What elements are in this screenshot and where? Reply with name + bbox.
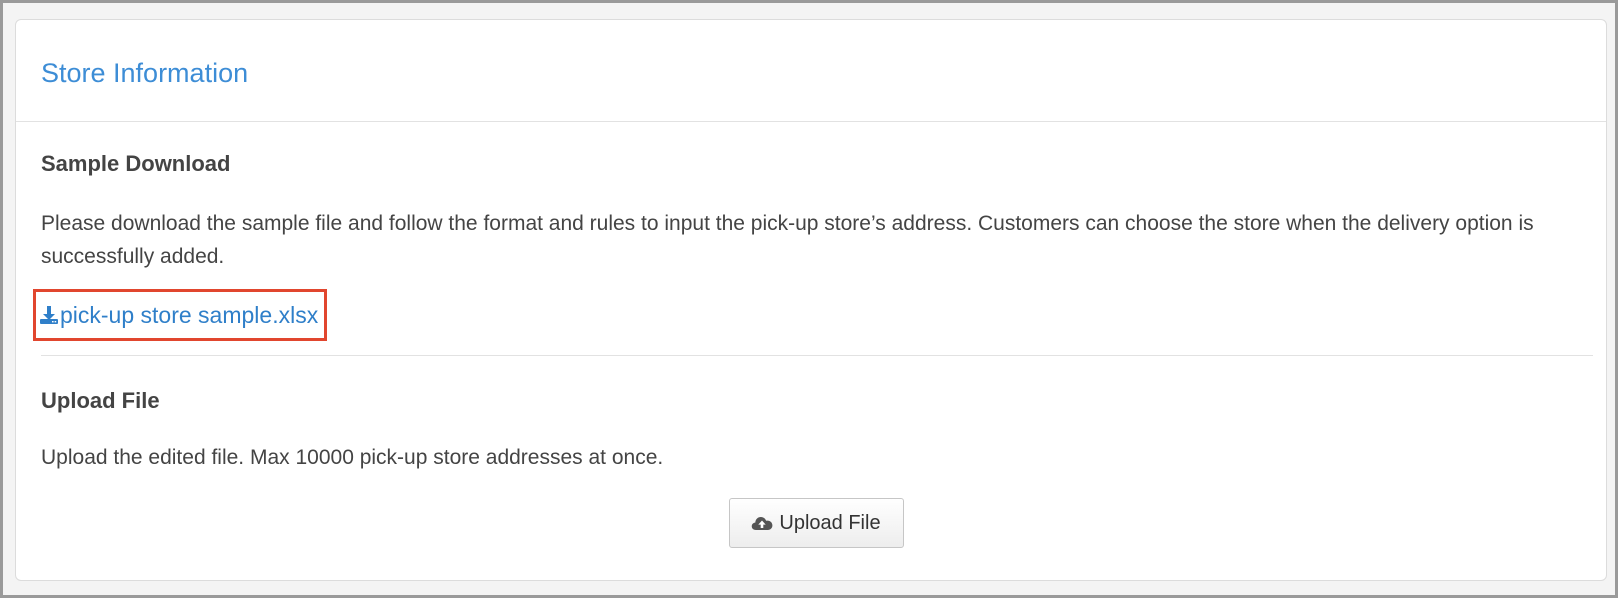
panel-header: Store Information: [16, 20, 1606, 122]
sample-download-description: Please download the sample file and foll…: [41, 212, 1534, 268]
download-link-highlight: pick-up store sample.xlsx: [33, 289, 328, 341]
upload-file-button[interactable]: Upload File: [728, 498, 904, 548]
cloud-upload-icon: [752, 517, 773, 530]
sample-file-download-link[interactable]: pick-up store sample.xlsx: [39, 302, 318, 329]
upload-file-title: Upload File: [41, 388, 160, 413]
upload-button-row: Upload File: [41, 498, 1581, 548]
panel-title: Store Information: [41, 58, 249, 88]
screenshot-frame: Store Information Sample Download Please…: [0, 0, 1618, 598]
download-icon: [40, 306, 58, 324]
upload-button-label: Upload File: [779, 511, 881, 534]
download-link-label: pick-up store sample.xlsx: [60, 301, 319, 328]
sample-download-title: Sample Download: [41, 151, 231, 176]
sample-download-section: Sample Download Please download the samp…: [33, 122, 1581, 341]
upload-file-description: Upload the edited file. Max 10000 pick-u…: [41, 446, 664, 469]
upload-file-section: Upload File Upload the edited file. Max …: [41, 356, 1581, 548]
store-information-panel: Store Information Sample Download Please…: [15, 19, 1607, 581]
panel-body: Sample Download Please download the samp…: [16, 122, 1606, 548]
